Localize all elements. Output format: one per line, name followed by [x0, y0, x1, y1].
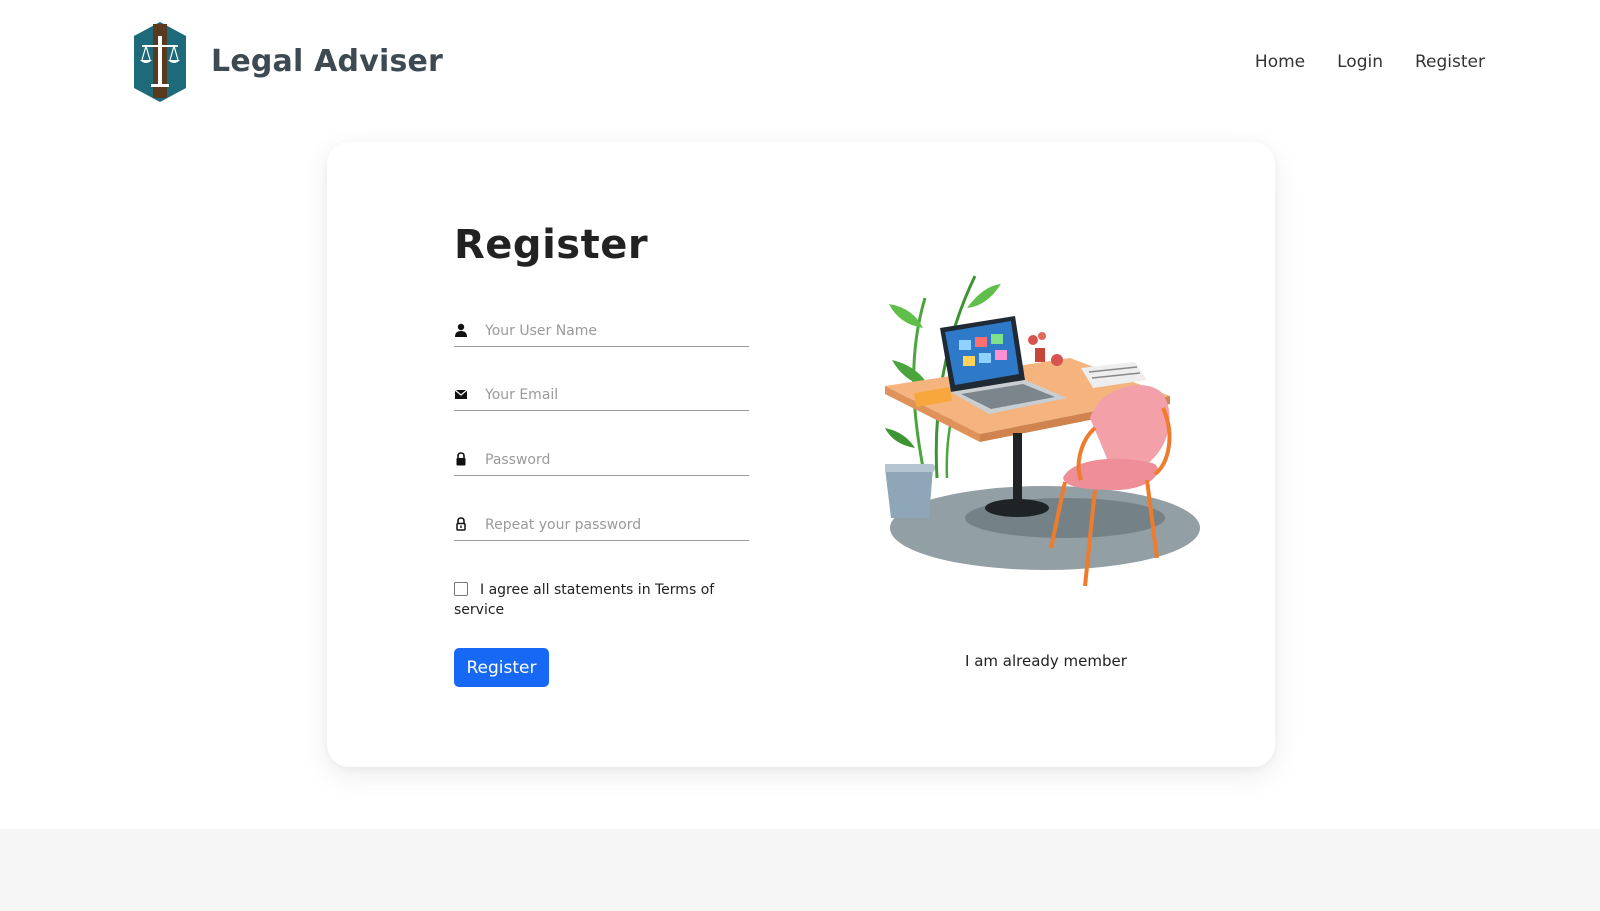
- envelope-icon: [454, 389, 468, 399]
- footer: [0, 829, 1600, 911]
- repeat-password-input[interactable]: [485, 513, 745, 537]
- nav-login-link[interactable]: Login: [1337, 52, 1383, 72]
- repeat-password-field: [454, 511, 749, 541]
- nav-register-link[interactable]: Register: [1415, 52, 1485, 72]
- main-nav: Home Login Register: [1255, 52, 1485, 72]
- username-field: [454, 317, 749, 347]
- user-icon: [455, 323, 467, 337]
- lock-outline-icon: [456, 517, 466, 531]
- page-title: Register: [454, 222, 649, 268]
- username-input[interactable]: [485, 319, 745, 343]
- password-field: [454, 446, 749, 476]
- register-button[interactable]: Register: [454, 648, 549, 687]
- already-member-link[interactable]: I am already member: [965, 652, 1127, 670]
- terms-label[interactable]: I agree all statements in Terms of servi…: [454, 582, 714, 618]
- password-input[interactable]: [485, 448, 745, 472]
- lock-icon: [456, 452, 466, 466]
- brand-name[interactable]: Legal Adviser: [211, 44, 443, 79]
- nav-home-link[interactable]: Home: [1255, 52, 1305, 72]
- terms-checkbox[interactable]: [454, 582, 468, 596]
- terms-agreement: I agree all statements in Terms of servi…: [454, 580, 744, 620]
- desk-illustration: [885, 275, 1200, 587]
- email-field: [454, 381, 749, 411]
- scales-of-justice-logo[interactable]: [134, 22, 186, 102]
- email-input[interactable]: [485, 383, 745, 407]
- site-header: Legal Adviser Home Login Register: [0, 0, 1600, 128]
